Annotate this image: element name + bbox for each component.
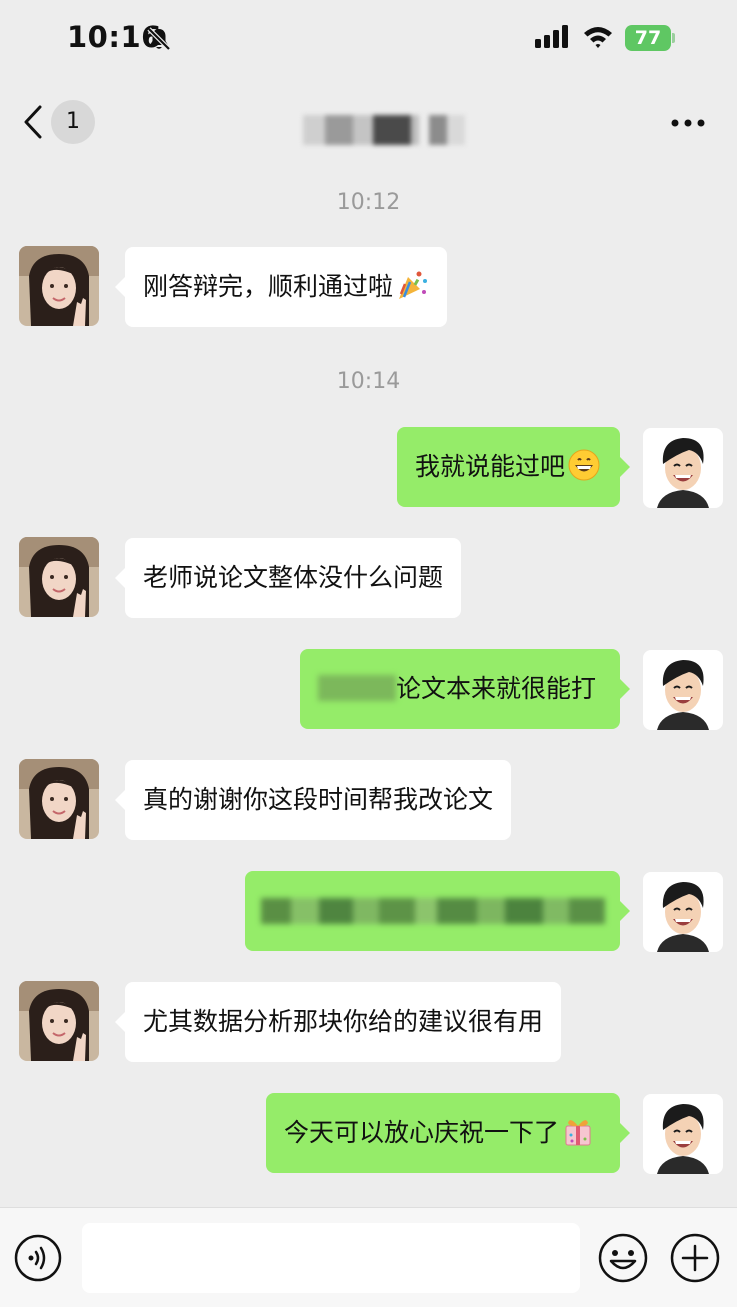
- self-avatar[interactable]: [643, 872, 723, 952]
- self-avatar[interactable]: [643, 1094, 723, 1174]
- message-bubble-received[interactable]: 刚答辩完，顺利通过啦: [114, 247, 448, 327]
- bell-off-icon: [147, 27, 171, 51]
- message-bubble-received[interactable]: 老师说论文整体没什么问题: [114, 538, 462, 618]
- self-avatar[interactable]: [643, 428, 723, 508]
- nav-bar: 1: [0, 88, 737, 158]
- chat-screen: 10:16 77 1 10:12 刚答辩完，顺利通过啦 10:14 我就说能过吧…: [0, 0, 737, 1307]
- more-dots-icon[interactable]: [670, 118, 706, 128]
- timestamp: 10:12: [336, 190, 401, 215]
- message-bubble-received[interactable]: 真的谢谢你这段时间帮我改论文: [114, 760, 512, 840]
- blurred-text: [261, 898, 605, 924]
- contact-avatar[interactable]: [19, 246, 99, 326]
- message-bubble-sent[interactable]: 今天可以放心庆祝一下了: [266, 1093, 630, 1173]
- message-text: 论文本来就很能打: [396, 674, 597, 703]
- party-popper-icon: [399, 271, 428, 299]
- gift-icon: [565, 1120, 591, 1146]
- self-avatar[interactable]: [643, 650, 723, 730]
- message-text: 我就说能过吧: [415, 452, 566, 481]
- wifi-icon: [584, 27, 612, 48]
- input-bar: [0, 1207, 737, 1307]
- signal-icon: [535, 25, 568, 48]
- message-bubble-sent[interactable]: [245, 871, 630, 951]
- status-bar: 10:16 77: [0, 0, 737, 76]
- blurred-text: [318, 675, 396, 701]
- chat-title-blurred: [303, 115, 465, 145]
- battery-cap: [672, 33, 675, 43]
- emoji-face-icon[interactable]: [598, 1233, 648, 1283]
- message-text: 刚答辩完，顺利通过啦: [143, 272, 394, 301]
- message-text: 真的谢谢你这段时间帮我改论文: [143, 785, 494, 814]
- battery-level: 77: [634, 27, 662, 49]
- message-text: 今天可以放心庆祝一下了: [284, 1118, 560, 1147]
- contact-avatar[interactable]: [19, 981, 99, 1061]
- timestamp: 10:14: [336, 369, 401, 394]
- chevron-left-icon[interactable]: [22, 104, 44, 140]
- grinning-face-icon: [568, 449, 600, 481]
- unread-count-badge[interactable]: 1: [51, 100, 95, 144]
- plus-circle-icon[interactable]: [670, 1233, 720, 1283]
- contact-avatar[interactable]: [19, 537, 99, 617]
- contact-avatar[interactable]: [19, 759, 99, 839]
- message-bubble-received[interactable]: 尤其数据分析那块你给的建议很有用: [114, 982, 562, 1062]
- message-input[interactable]: [82, 1223, 580, 1293]
- message-text: 尤其数据分析那块你给的建议很有用: [143, 1007, 544, 1036]
- message-bubble-sent[interactable]: 论文本来就很能打: [300, 649, 630, 729]
- battery-indicator: 77: [625, 25, 675, 51]
- message-text: 老师说论文整体没什么问题: [143, 563, 444, 592]
- message-bubble-sent[interactable]: 我就说能过吧: [397, 427, 630, 507]
- voice-icon[interactable]: [14, 1234, 62, 1282]
